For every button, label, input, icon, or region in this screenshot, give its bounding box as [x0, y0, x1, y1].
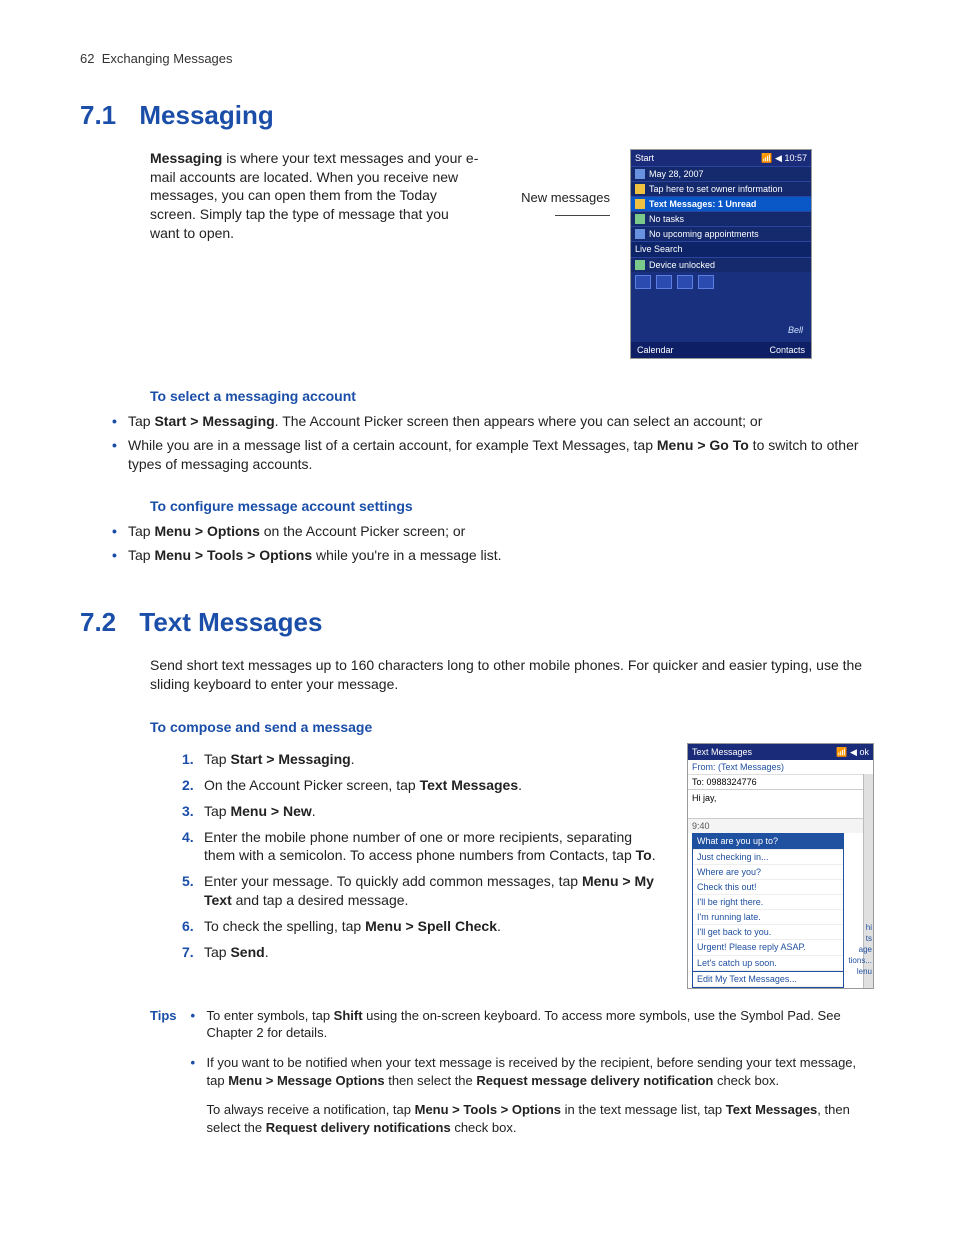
my-text-option: I'll be right there.: [693, 895, 843, 910]
heading-compose-send: To compose and send a message: [150, 718, 874, 737]
page-header: 62 Exchanging Messages: [80, 50, 874, 68]
my-text-option: Where are you?: [693, 865, 843, 880]
softkey-right: Contacts: [769, 344, 805, 356]
message-icon: [635, 199, 645, 209]
section-7-2-heading: 7.2 Text Messages: [80, 605, 874, 640]
list-item: Tap Start > Messaging.: [182, 750, 657, 769]
compose-screen-screenshot: Text Messages 📶 ◀ ok From: (Text Message…: [687, 743, 874, 989]
section-title: Text Messages: [139, 607, 322, 637]
page-number: 62: [80, 51, 94, 66]
compose-steps: Tap Start > Messaging. On the Account Pic…: [182, 750, 657, 962]
appointments-icon: [635, 229, 645, 239]
list-item: Tap Send.: [182, 943, 657, 962]
list-item: Tap Start > Messaging. The Account Picke…: [112, 412, 874, 431]
list-item: To enter symbols, tap Shift using the on…: [191, 1007, 875, 1042]
my-text-option: I'm running late.: [693, 910, 843, 925]
list-item: To check the spelling, tap Menu > Spell …: [182, 917, 657, 936]
my-text-popup: What are you up to?Just checking in...Wh…: [692, 833, 844, 987]
today-screen-screenshot: Start 📶 ◀ 10:57 May 28, 2007 Tap here to…: [630, 149, 812, 359]
my-text-option: Just checking in...: [693, 850, 843, 865]
launcher-icons: [631, 272, 811, 292]
cp-title-left: Text Messages: [692, 746, 752, 758]
list-item: On the Account Picker screen, tap Text M…: [182, 776, 657, 795]
list-item: While you are in a message list of a cer…: [112, 436, 874, 474]
select-account-list: Tap Start > Messaging. The Account Picke…: [112, 412, 874, 474]
phone-clock: 📶 ◀ 10:57: [761, 152, 807, 164]
lock-icon: [635, 260, 645, 270]
tips-list: To enter symbols, tap Shift using the on…: [191, 1007, 875, 1089]
configure-settings-list: Tap Menu > Options on the Account Picker…: [112, 522, 874, 565]
pointer-line: [555, 215, 610, 216]
cp-from: From: (Text Messages): [688, 760, 873, 775]
section-title: Messaging: [139, 100, 273, 130]
owner-icon: [635, 184, 645, 194]
section-7-2-intro: Send short text messages up to 160 chara…: [150, 656, 874, 694]
tips-block: Tips To enter symbols, tap Shift using t…: [150, 1007, 874, 1136]
calendar-icon: [635, 169, 645, 179]
heading-configure-settings: To configure message account settings: [150, 497, 874, 516]
tips-followup: To always receive a notification, tap Me…: [191, 1101, 875, 1136]
tasks-icon: [635, 214, 645, 224]
list-item: Tap Menu > Options on the Account Picker…: [112, 522, 874, 541]
edit-my-text-link: Edit My Text Messages...: [693, 971, 843, 987]
my-text-option: I'll get back to you.: [693, 925, 843, 940]
list-item: If you want to be notified when your tex…: [191, 1054, 875, 1089]
cp-title-right: 📶 ◀ ok: [836, 746, 869, 758]
my-text-option: What are you up to?: [693, 834, 843, 849]
my-text-option: Check this out!: [693, 880, 843, 895]
section-number: 7.1: [80, 98, 116, 133]
section-7-1-intro: Messaging is where your text messages an…: [150, 149, 480, 243]
callout-new-messages: New messages: [500, 149, 610, 224]
cp-message-body: Hi jay,: [688, 790, 873, 818]
bell-logo: Bell: [788, 324, 803, 336]
cp-side-labels: hitsagetions...lenu: [848, 923, 873, 977]
softkey-left: Calendar: [637, 344, 674, 356]
list-item: Enter the mobile phone number of one or …: [182, 828, 657, 866]
section-number: 7.2: [80, 605, 116, 640]
phone-start-label: Start: [635, 152, 654, 164]
list-item: Tap Menu > New.: [182, 802, 657, 821]
my-text-option: Urgent! Please reply ASAP.: [693, 940, 843, 955]
cp-to: To: 0988324776: [688, 775, 873, 790]
my-text-option: Let's catch up soon.: [693, 956, 843, 971]
text-messages-unread: Text Messages: 1 Unread: [649, 198, 756, 210]
tips-label: Tips: [150, 1007, 177, 1136]
list-item: Enter your message. To quickly add commo…: [182, 872, 657, 910]
list-item: Tap Menu > Tools > Options while you're …: [112, 546, 874, 565]
page-section-title: Exchanging Messages: [102, 51, 233, 66]
cp-time: 9:40: [688, 818, 873, 833]
heading-select-account: To select a messaging account: [150, 387, 874, 406]
section-7-1-heading: 7.1 Messaging: [80, 98, 874, 133]
